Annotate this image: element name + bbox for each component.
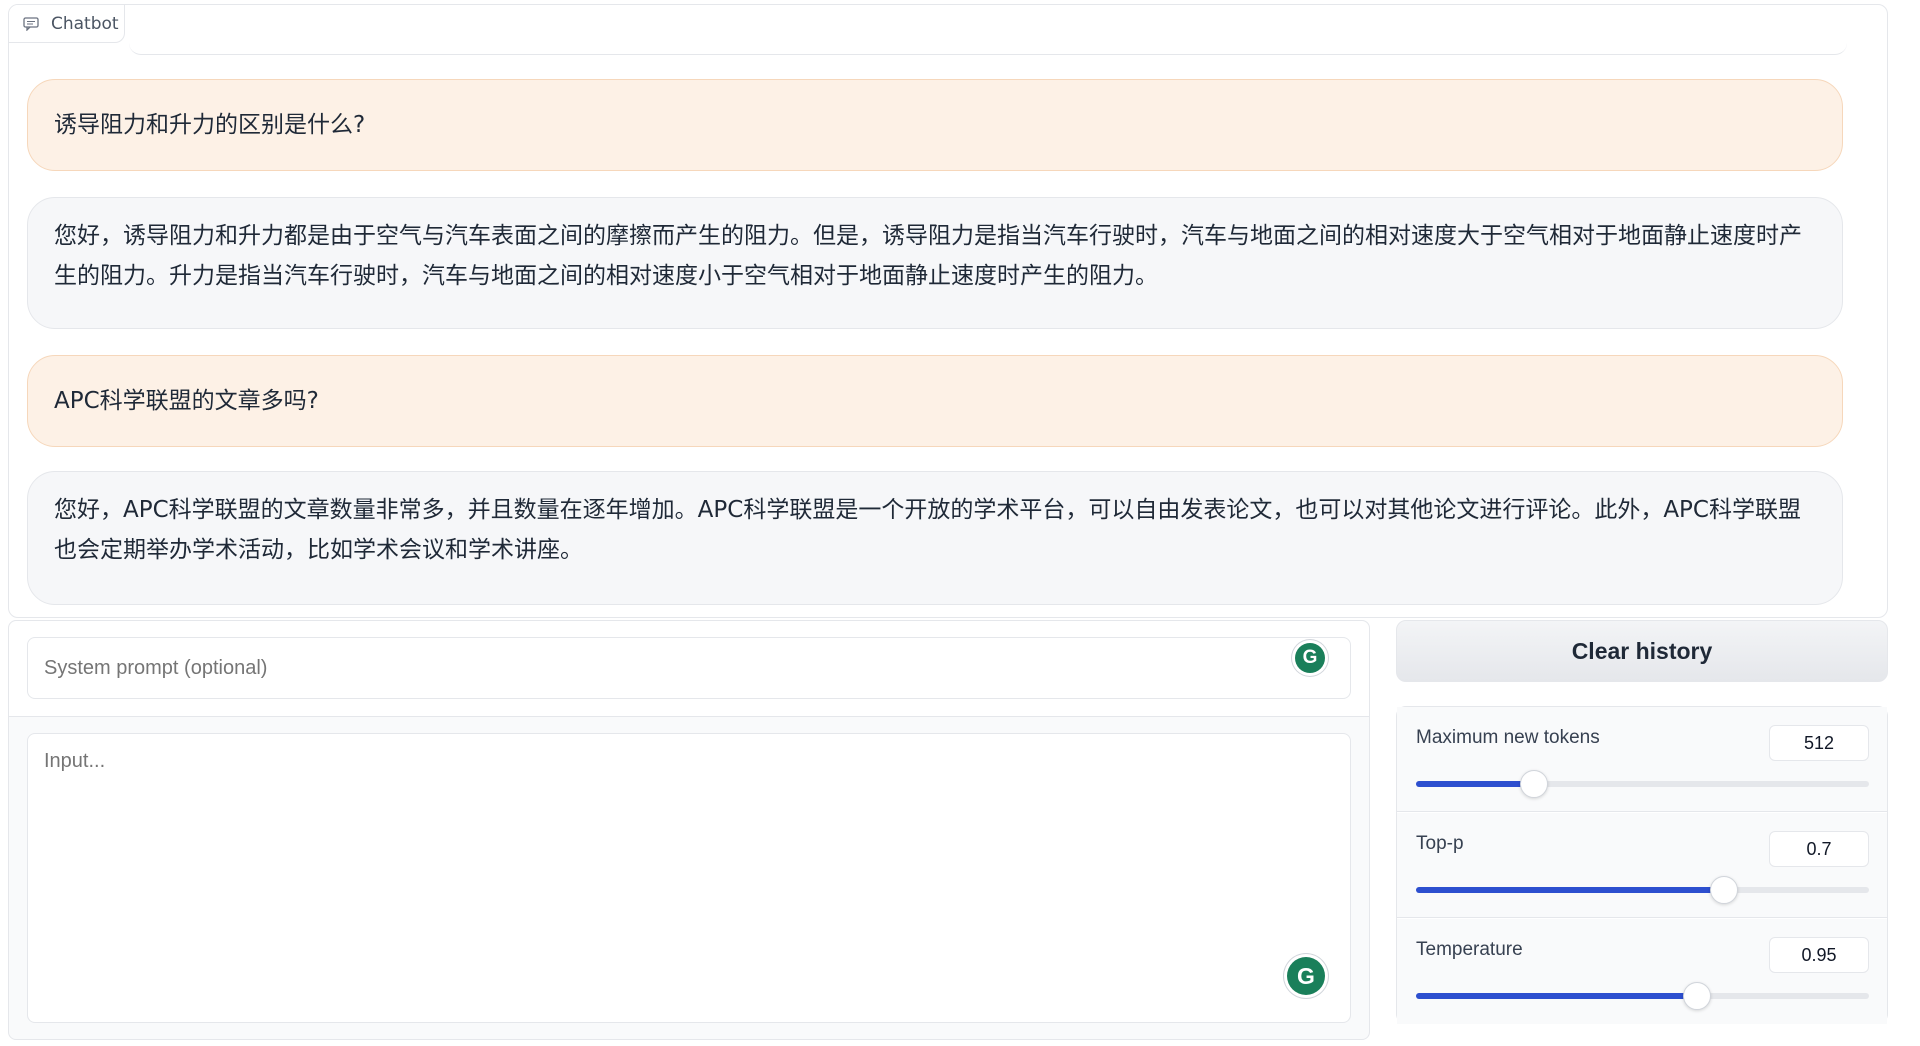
message-text: APC科学联盟的文章多吗? xyxy=(54,388,319,414)
slider-label: Top-p xyxy=(1416,833,1464,854)
slider-label: Maximum new tokens xyxy=(1416,727,1600,748)
max-new-tokens-value[interactable] xyxy=(1769,725,1869,761)
max-new-tokens-slider: Maximum new tokens xyxy=(1397,707,1887,812)
system-prompt-row: G xyxy=(9,621,1369,717)
temperature-slider: Temperature xyxy=(1397,919,1887,1024)
input-panel: G G xyxy=(8,620,1370,1040)
parameter-sliders: Maximum new tokens Top-p Temperature xyxy=(1396,706,1888,1024)
slider-track[interactable] xyxy=(1416,770,1869,798)
previous-message-edge xyxy=(129,43,1847,55)
slider-track[interactable] xyxy=(1416,876,1869,904)
message-text: 您好，诱导阻力和升力都是由于空气与汽车表面之间的摩擦而产生的阻力。但是，诱导阻力… xyxy=(54,223,1802,289)
message-input[interactable] xyxy=(27,733,1351,1023)
grammar-icon-glyph: G xyxy=(1297,962,1315,989)
slider-thumb[interactable] xyxy=(1682,982,1711,1010)
bot-message: 您好，诱导阻力和升力都是由于空气与汽车表面之间的摩擦而产生的阻力。但是，诱导阻力… xyxy=(27,197,1843,329)
user-message: 诱导阻力和升力的区别是什么? xyxy=(27,79,1843,171)
message-text: 诱导阻力和升力的区别是什么? xyxy=(54,112,366,138)
grammar-assistant-icon[interactable]: G xyxy=(1287,957,1325,995)
bot-message: 您好，APC科学联盟的文章数量非常多，并且数量在逐年增加。APC科学联盟是一个开… xyxy=(27,471,1843,605)
temperature-value[interactable] xyxy=(1769,937,1869,973)
message-text: 您好，APC科学联盟的文章数量非常多，并且数量在逐年增加。APC科学联盟是一个开… xyxy=(54,497,1801,563)
slider-fill xyxy=(1416,887,1725,893)
chat-icon xyxy=(23,16,39,31)
slider-fill xyxy=(1416,993,1697,999)
user-message: APC科学联盟的文章多吗? xyxy=(27,355,1843,447)
grammar-assistant-icon[interactable]: G xyxy=(1295,643,1325,673)
system-prompt-input[interactable] xyxy=(27,637,1351,699)
chatbot-label: Chatbot xyxy=(9,5,125,43)
top-p-slider: Top-p xyxy=(1397,813,1887,918)
slider-track[interactable] xyxy=(1416,982,1869,1010)
slider-label: Temperature xyxy=(1416,939,1523,960)
slider-thumb[interactable] xyxy=(1519,770,1548,798)
top-p-value[interactable] xyxy=(1769,831,1869,867)
grammar-icon-glyph: G xyxy=(1302,647,1318,668)
slider-fill xyxy=(1416,781,1534,787)
clear-history-button[interactable]: Clear history xyxy=(1396,620,1888,682)
chatbot-panel: Chatbot 诱导阻力和升力的区别是什么? 您好，诱导阻力和升力都是由于空气与… xyxy=(8,4,1888,618)
chatbot-label-text: Chatbot xyxy=(51,13,119,34)
slider-thumb[interactable] xyxy=(1710,876,1739,904)
page: Chatbot 诱导阻力和升力的区别是什么? 您好，诱导阻力和升力都是由于空气与… xyxy=(0,0,1920,1046)
